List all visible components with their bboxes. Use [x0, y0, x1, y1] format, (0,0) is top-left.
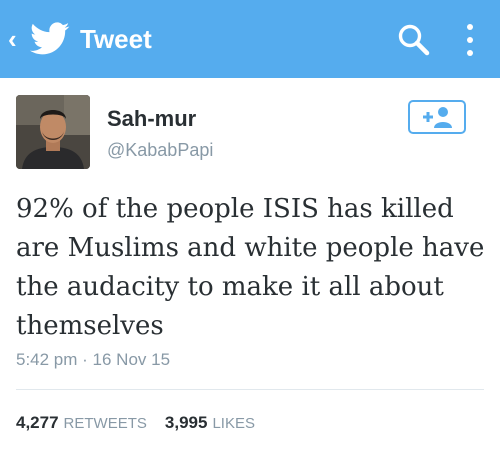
search-icon[interactable]	[394, 20, 434, 60]
author-display-name[interactable]: Sah-mur	[107, 106, 196, 132]
profile-photo	[16, 95, 90, 169]
divider	[16, 389, 484, 390]
avatar[interactable]	[16, 95, 90, 169]
back-chevron-icon[interactable]: ‹	[8, 24, 17, 54]
twitter-bird-icon	[30, 22, 70, 55]
like-count[interactable]: 3,995	[165, 413, 208, 433]
page-title: Tweet	[80, 24, 152, 54]
tweet-text: 92% of the people ISIS has killed are Mu…	[16, 194, 485, 341]
tweet-stats: 4,277 RETWEETS 3,995 LIKES	[16, 413, 255, 435]
retweet-count[interactable]: 4,277	[16, 413, 59, 433]
follow-button[interactable]	[408, 100, 466, 134]
follow-user-icon	[423, 107, 452, 128]
app-bar: ‹ Tweet	[0, 0, 500, 78]
tweet-timestamp[interactable]: 5:42 pm · 16 Nov 15	[16, 349, 170, 371]
more-vertical-icon[interactable]	[458, 18, 482, 62]
author-handle[interactable]: @KababPapi	[107, 139, 213, 161]
like-label[interactable]: LIKES	[212, 415, 255, 432]
retweet-label[interactable]: RETWEETS	[64, 415, 147, 432]
